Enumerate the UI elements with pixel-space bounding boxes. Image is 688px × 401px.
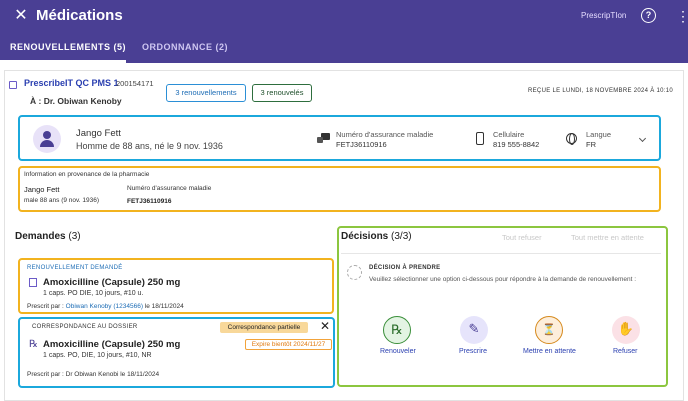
received-timestamp: REÇUE LE LUNDI, 18 NOVEMBRE 2024 À 10:10 — [528, 88, 674, 94]
insurance-card-icon — [317, 133, 330, 143]
language-value: FR — [586, 140, 596, 149]
hold-icon[interactable]: ⏳ — [535, 316, 563, 344]
request-prescriber: Prescrit par : Obiwan Kenoby (1234566) l… — [27, 303, 184, 310]
refuse-hand-icon[interactable]: ✋ — [612, 316, 640, 344]
patient-name: Jango Fett — [76, 128, 121, 139]
active-tab-indicator — [0, 60, 126, 63]
decisions-panel — [337, 226, 668, 387]
more-options-icon[interactable]: ⋮ — [676, 7, 688, 25]
prescriber-date: le 18/11/2024 — [143, 303, 184, 310]
recipient: À : Dr. Obiwan Kenoby — [30, 96, 122, 106]
requests-title: Demandes — [15, 231, 66, 242]
renew-rx-icon[interactable]: ℞ — [383, 316, 411, 344]
decision-instructions: Veuillez sélectionner une option ci-dess… — [369, 276, 637, 283]
pharmacy-name: PrescribeIT QC PMS 1 — [24, 78, 119, 88]
avatar-head — [43, 131, 51, 139]
renewals-count-button[interactable]: 3 renouvellements — [166, 84, 246, 102]
hold-button[interactable]: Mettre en attente — [523, 348, 576, 355]
expiry-badge: Expire bientôt 2024/11/27 — [245, 339, 332, 350]
language-label: Langue — [586, 130, 612, 139]
avatar — [33, 125, 61, 153]
decisions-count: (3/3) — [391, 231, 412, 242]
insurance-number: FETJ36110916 — [336, 140, 387, 149]
divider — [341, 253, 661, 254]
prescriber-link[interactable]: Obiwan Kenoby (1234566) — [66, 303, 143, 310]
match-tag: CORRESPONDANCE AU DOSSIER — [32, 324, 138, 330]
cell-number: 819 555-8842 — [493, 140, 540, 149]
help-icon[interactable]: ? — [641, 8, 656, 23]
pharmacy-patient-details: male 88 ans (9 nov. 1936) — [24, 197, 100, 204]
app-bar: ✕ Médications PrescripTIon ? ⋮ RENOUVELL… — [0, 0, 688, 63]
cell-label: Cellulaire — [493, 130, 525, 139]
prescriber-prefix: Prescrit par : — [27, 303, 66, 310]
rx-icon: ℞ — [29, 339, 38, 350]
pharmacy-info-title: Information en provenance de la pharmaci… — [24, 171, 150, 178]
refuse-all-button[interactable]: Tout refuser — [502, 233, 542, 242]
pending-status-icon — [347, 265, 362, 280]
renewed-count-button[interactable]: 3 renouvelés — [252, 84, 312, 102]
page-title: Médications — [36, 7, 123, 24]
request-medication: Amoxicilline (Capsule) 250 mg — [43, 277, 181, 288]
requests-heading: Demandes (3) — [15, 231, 81, 242]
partial-match-badge: Correspondance partielle — [220, 322, 308, 333]
pharmacy-insurance-label: Numéro d'assurance maladie — [127, 185, 212, 192]
decisions-title: Décisions — [341, 231, 389, 242]
renew-button[interactable]: Renouveler — [380, 348, 416, 355]
requests-count: (3) — [68, 231, 81, 242]
pharmacy-patient-name: Jango Fett — [24, 185, 60, 194]
phone-icon — [476, 132, 484, 145]
decisions-heading: Décisions (3/3) — [341, 231, 412, 242]
avatar-body — [40, 140, 54, 147]
pharmacy-id: 200154171 — [116, 79, 154, 88]
medication-icon — [29, 278, 37, 287]
brand-logo: PrescripTIon — [581, 11, 627, 20]
match-medication: Amoxicilline (Capsule) 250 mg — [43, 339, 181, 350]
hold-all-button[interactable]: Tout mettre en attente — [571, 233, 644, 242]
prescribe-button[interactable]: Prescrire — [459, 348, 487, 355]
patient-age-birth: Homme de 88 ans, né le 9 nov. 1936 — [76, 141, 223, 151]
tab-renouvellements[interactable]: RENOUVELLEMENTS (5) — [10, 40, 126, 54]
refuse-button[interactable]: Refuser — [613, 348, 638, 355]
close-icon[interactable]: ✕ — [320, 320, 330, 332]
request-tag: RENOUVELLEMENT DEMANDÉ — [27, 265, 123, 271]
prescribe-icon[interactable]: ✎ — [460, 316, 488, 344]
insurance-label: Numéro d'assurance maladie — [336, 130, 434, 139]
pharmacy-insurance-number: FETJ36110916 — [127, 198, 172, 205]
request-dosage: 1 caps. PO DIE, 10 jours, #10 u. — [43, 290, 144, 297]
decision-tag: DÉCISION À PRENDRE — [369, 265, 441, 271]
tab-ordonnance[interactable]: ORDONNANCE (2) — [142, 40, 228, 54]
match-dosage: 1 caps. PO, DIE, 10 jours, #10, NR — [43, 352, 152, 359]
match-prescriber: Prescrit par : Dr Obiwan Kenobi le 18/11… — [27, 371, 160, 378]
globe-icon — [566, 133, 577, 145]
prescription-icon — [9, 81, 17, 89]
close-icon[interactable]: ✕ — [12, 7, 30, 25]
